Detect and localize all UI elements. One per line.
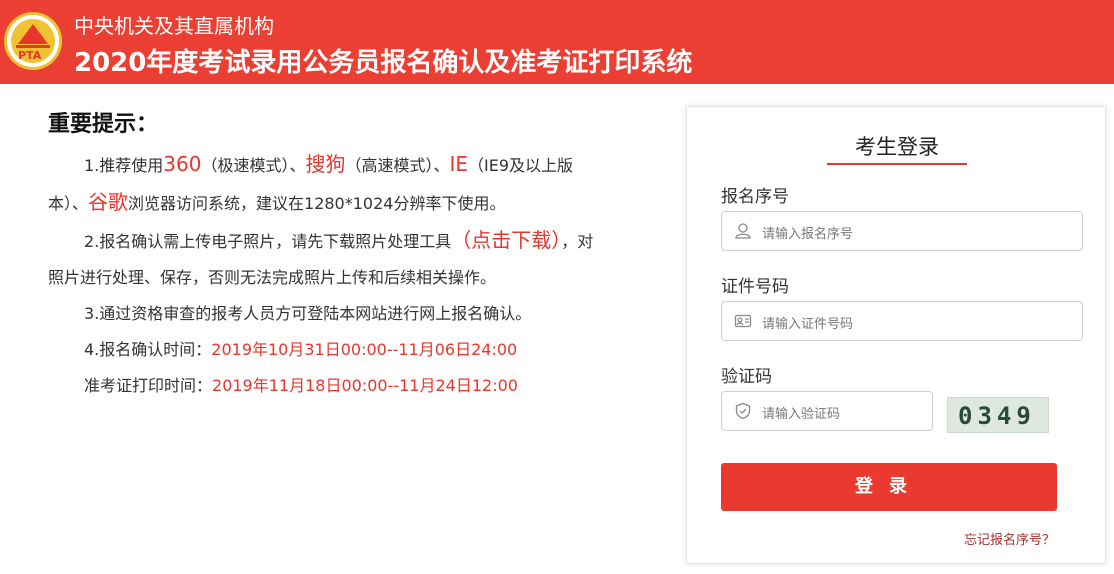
browser-sogou-note: （高速模式）、	[345, 156, 450, 175]
captcha-text: 0349	[958, 402, 1036, 430]
id-number-label: 证件号码	[721, 277, 789, 297]
browser-ie: IE	[449, 152, 469, 176]
login-title: 考生登录	[827, 123, 967, 165]
user-icon	[735, 223, 751, 239]
browser-360: 360	[163, 152, 202, 176]
shield-icon	[735, 402, 751, 420]
page-title: 2020年度考试录用公务员报名确认及准考证打印系统	[74, 48, 693, 78]
id-number-input[interactable]: 请输入证件号码	[721, 301, 1083, 341]
forgot-reg-number-link[interactable]: 忘记报名序号？	[964, 529, 1055, 548]
reg-number-input[interactable]: 请输入报名序号	[721, 211, 1083, 251]
notice-item-1-prefix: 1.推荐使用	[84, 156, 164, 175]
logo-text: PTA	[18, 49, 42, 62]
browser-360-note: （极速模式）、	[201, 156, 306, 175]
browser-chrome: 谷歌	[88, 190, 129, 214]
browser-sogou: 搜狗	[305, 152, 346, 176]
confirm-time-label: 4.报名确认时间：	[84, 340, 212, 359]
login-panel: 考生登录 报名序号 请输入报名序号 证件号码 请输入证件号码 验证码 请输入验证…	[686, 106, 1106, 564]
notice-item-2-prefix: 2.报名确认需上传电子照片，请先下载照片处理工具	[84, 232, 452, 251]
notice-item-1: 1.推荐使用360（极速模式）、搜狗（高速模式）、IE（IE9及以上版本）、谷歌…	[48, 146, 608, 222]
reg-number-label: 报名序号	[721, 187, 789, 207]
notice-item-3: 3.通过资格审查的报考人员方可登陆本网站进行网上报名确认。	[84, 304, 532, 323]
login-button[interactable]: 登录	[721, 463, 1057, 511]
notice-item-2: 2.报名确认需上传电子照片，请先下载照片处理工具（点击下载），对照片进行处理、保…	[48, 222, 608, 296]
captcha-image[interactable]: 0349	[947, 397, 1049, 433]
notice-item-5: 准考证打印时间：2019年11月18日00:00--11月24日12:00	[48, 368, 608, 404]
captcha-label: 验证码	[721, 367, 772, 387]
id-number-placeholder: 请输入证件号码	[762, 317, 854, 332]
captcha-placeholder: 请输入验证码	[762, 407, 841, 422]
id-card-icon	[734, 314, 752, 328]
download-tool-link[interactable]: （点击下载）	[451, 228, 561, 252]
pta-logo: PTA	[4, 12, 62, 70]
login-title-text: 考生登录	[855, 135, 939, 159]
reg-number-placeholder: 请输入报名序号	[762, 227, 854, 242]
important-notice: 重要提示： 1.推荐使用360（极速模式）、搜狗（高速模式）、IE（IE9及以上…	[48, 108, 608, 404]
notice-title: 重要提示：	[48, 112, 159, 137]
confirm-time-value: 2019年10月31日00:00--11月06日24:00	[211, 340, 518, 359]
print-time-label: 准考证打印时间：	[84, 376, 213, 395]
header-subtitle: 中央机关及其直属机构	[74, 14, 274, 38]
notice-item-4: 4.报名确认时间：2019年10月31日00:00--11月06日24:00	[48, 332, 608, 368]
print-time-value: 2019年11月18日00:00--11月24日12:00	[212, 376, 518, 395]
notice-item-1-suffix: 浏览器访问系统，建议在1280*1024分辨率下使用。	[128, 194, 506, 213]
captcha-input[interactable]: 请输入验证码	[721, 391, 933, 431]
header-bar: PTA 中央机关及其直属机构 2020年度考试录用公务员报名确认及准考证打印系统	[0, 0, 1114, 84]
